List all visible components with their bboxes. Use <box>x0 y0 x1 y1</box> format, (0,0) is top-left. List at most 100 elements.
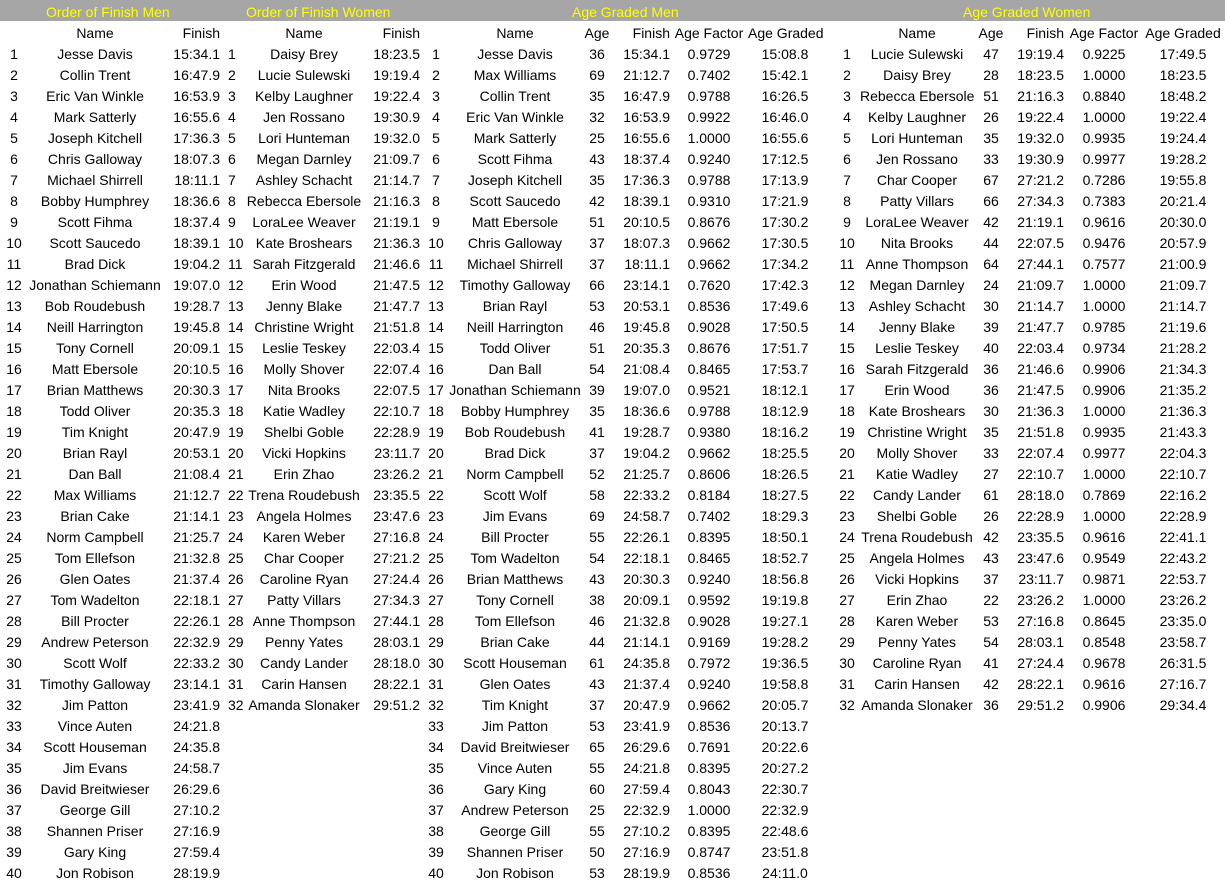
graded-men-cell-finish: 20:53.1 <box>623 298 670 314</box>
graded-women-cell-age-factor: 0.9935 <box>1082 424 1126 440</box>
graded-women-cell-age-graded: 18:48.2 <box>1159 88 1207 104</box>
graded-men-cell-age-factor: 0.8536 <box>687 718 731 734</box>
graded-men-cell-place: 29 <box>428 634 444 650</box>
finish-men-cell-place: 6 <box>10 151 18 167</box>
graded-men-cell-age-graded: 20:22.6 <box>761 739 809 755</box>
graded-women-cell-place: 27 <box>839 592 855 608</box>
graded-men-cell-age: 55 <box>589 760 605 776</box>
graded-women-cell-age: 64 <box>983 256 999 272</box>
graded-women-cell-age-factor: 0.9906 <box>1082 382 1126 398</box>
finish-men-cell-place: 18 <box>6 403 22 419</box>
finish-men-cell-name: David Breitwieser <box>40 781 150 797</box>
graded-men-cell-age: 41 <box>589 424 605 440</box>
graded-women-cell-age-graded: 19:24.4 <box>1159 130 1207 146</box>
graded-women-cell-age: 33 <box>983 445 999 461</box>
finish-men-cell-name: Bill Procter <box>61 613 129 629</box>
graded-men-cell-place: 4 <box>432 109 440 125</box>
finish-men-cell-name: Eric Van Winkle <box>46 88 144 104</box>
graded-women-cell-finish: 18:23.5 <box>1017 67 1064 83</box>
graded-women-cell-age: 67 <box>983 172 999 188</box>
graded-men-cell-finish: 20:30.3 <box>623 571 670 587</box>
graded-men-header-name: Name <box>496 25 534 41</box>
graded-men-cell-age: 35 <box>589 88 605 104</box>
finish-women-cell-finish: 28:22.1 <box>373 676 420 692</box>
graded-men-cell-age-factor: 0.8395 <box>687 823 731 839</box>
finish-men-cell-finish: 20:30.3 <box>173 382 220 398</box>
finish-women-cell-name: Candy Lander <box>260 655 348 671</box>
graded-men-cell-finish: 19:45.8 <box>623 319 670 335</box>
graded-men-cell-finish: 24:21.8 <box>623 760 670 776</box>
graded-women-cell-place: 15 <box>839 340 855 356</box>
graded-women-cell-finish: 21:47.5 <box>1017 382 1064 398</box>
graded-women-cell-age: 28 <box>983 67 999 83</box>
graded-women-cell-place: 8 <box>843 193 851 209</box>
finish-women-cell-finish: 27:44.1 <box>373 613 420 629</box>
graded-women-cell-age: 42 <box>983 676 999 692</box>
graded-women-cell-age-graded: 22:28.9 <box>1159 508 1207 524</box>
finish-women-cell-finish: 22:07.5 <box>373 382 420 398</box>
graded-men-cell-age-factor: 0.8676 <box>687 214 731 230</box>
graded-men-cell-age-factor: 0.8536 <box>687 865 731 881</box>
finish-men-cell-place: 13 <box>6 298 22 314</box>
graded-women-cell-age-graded: 22:10.7 <box>1159 466 1207 482</box>
graded-men-cell-finish: 22:33.2 <box>623 487 670 503</box>
finish-women-cell-name: Lori Hunteman <box>258 130 350 146</box>
graded-women-cell-finish: 27:24.4 <box>1017 655 1064 671</box>
graded-men-cell-age: 37 <box>589 235 605 251</box>
graded-men-cell-age-graded: 18:16.2 <box>761 424 809 440</box>
graded-women-cell-place: 5 <box>843 130 851 146</box>
graded-men-cell-finish: 21:12.7 <box>623 67 670 83</box>
graded-men-cell-name: Chris Galloway <box>467 235 563 251</box>
graded-men-cell-name: Tony Cornell <box>476 592 554 608</box>
graded-men-cell-age: 37 <box>589 445 605 461</box>
graded-women-cell-age-factor: 0.9616 <box>1082 214 1126 230</box>
finish-men-cell-finish: 21:12.7 <box>173 487 220 503</box>
graded-men-cell-age-graded: 22:30.7 <box>761 781 809 797</box>
finish-men-cell-name: Gary King <box>63 844 127 860</box>
graded-women-cell-age-factor: 1.0000 <box>1082 109 1126 125</box>
graded-men-cell-finish: 21:14.1 <box>623 634 670 650</box>
graded-men-cell-place: 22 <box>428 487 444 503</box>
graded-men-cell-age-graded: 17:30.5 <box>761 235 809 251</box>
graded-men-cell-age: 54 <box>589 550 605 566</box>
graded-men-cell-name: Glen Oates <box>479 676 551 692</box>
graded-women-header-name: Name <box>898 25 936 41</box>
graded-women-cell-age: 41 <box>983 655 999 671</box>
graded-men-cell-age-factor: 0.7620 <box>687 277 731 293</box>
graded-men-cell-age: 51 <box>589 340 605 356</box>
graded-women-cell-age-factor: 0.9476 <box>1082 235 1126 251</box>
graded-men-cell-name: David Breitwieser <box>460 739 570 755</box>
finish-men-cell-name: Jesse Davis <box>57 46 133 62</box>
graded-women-cell-age-graded: 20:30.0 <box>1159 214 1207 230</box>
graded-men-cell-age: 43 <box>589 151 605 167</box>
finish-women-cell-name: Ashley Schacht <box>255 172 353 188</box>
finish-women-cell-name: LoraLee Weaver <box>252 214 356 230</box>
graded-women-cell-place: 11 <box>839 256 855 272</box>
graded-men-cell-age-graded: 17:34.2 <box>761 256 809 272</box>
finish-men-cell-place: 24 <box>6 529 22 545</box>
finish-men-cell-name: Brian Rayl <box>62 445 128 461</box>
finish-men-cell-finish: 16:53.9 <box>173 88 220 104</box>
graded-women-cell-name: Sarah Fitzgerald <box>865 361 969 377</box>
graded-men-cell-name: Timothy Galloway <box>459 277 571 293</box>
finish-men-cell-place: 34 <box>6 739 22 755</box>
finish-women-cell-name: Rebecca Ebersole <box>246 193 362 209</box>
finish-men-cell-name: Bobby Humphrey <box>40 193 150 209</box>
finish-men-cell-place: 8 <box>10 193 18 209</box>
graded-women-cell-age-factor: 1.0000 <box>1082 466 1126 482</box>
finish-men-cell-place: 31 <box>6 676 22 692</box>
graded-men-cell-age: 46 <box>589 319 605 335</box>
graded-men-cell-place: 13 <box>428 298 444 314</box>
graded-men-cell-age: 55 <box>589 823 605 839</box>
graded-women-cell-age-factor: 0.9549 <box>1082 550 1126 566</box>
graded-women-cell-place: 29 <box>839 634 855 650</box>
graded-men-cell-age-factor: 0.9521 <box>687 382 731 398</box>
graded-men-cell-name: George Gill <box>479 823 551 839</box>
graded-men-cell-age-graded: 23:51.8 <box>761 844 809 860</box>
graded-women-cell-place: 4 <box>843 109 851 125</box>
graded-men-cell-finish: 22:26.1 <box>623 529 670 545</box>
finish-men-cell-place: 40 <box>6 865 22 881</box>
finish-men-cell-place: 39 <box>6 844 22 860</box>
graded-women-cell-name: Carin Hansen <box>874 676 960 692</box>
graded-men-cell-name: Scott Saucedo <box>469 193 561 209</box>
